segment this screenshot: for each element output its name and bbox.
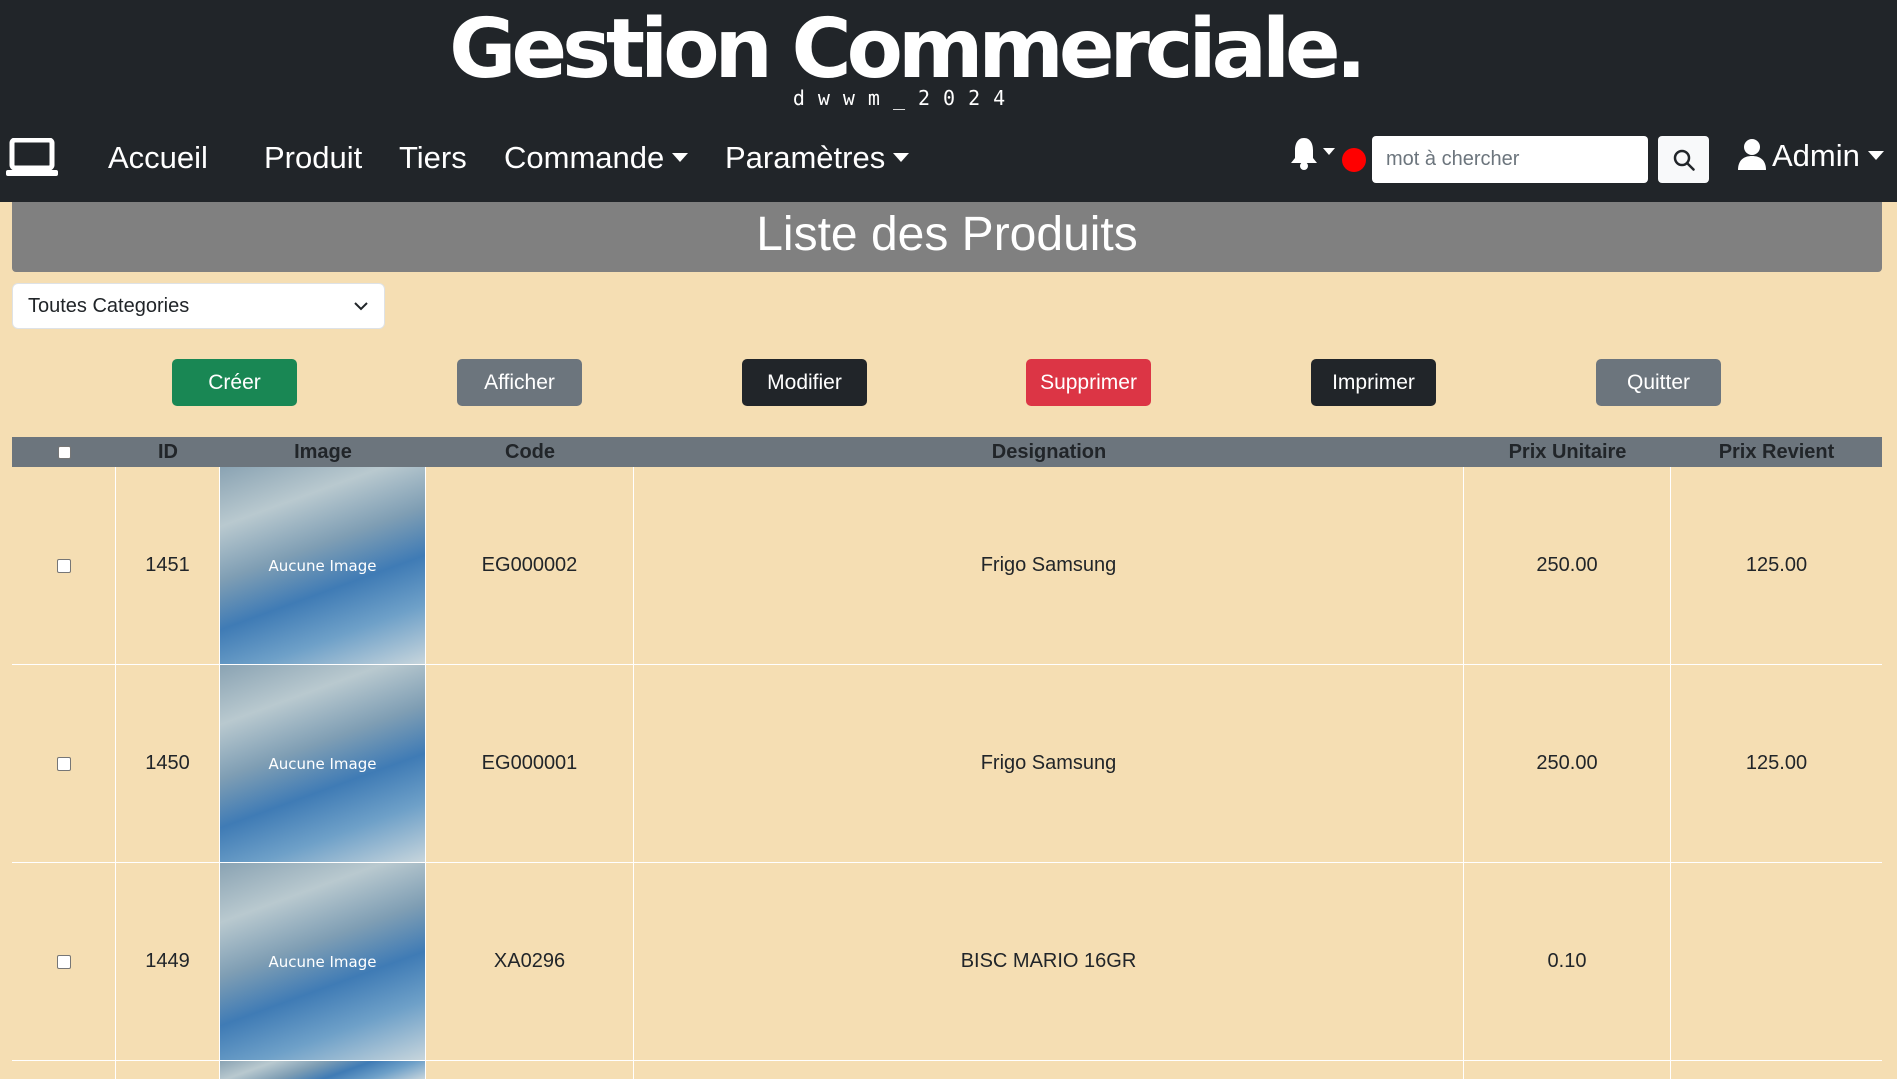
user-menu[interactable]: Admin [1738,138,1884,174]
notification-dot [1342,148,1366,172]
row-select-cell [12,665,116,862]
image-placeholder-label: Aucune Image [268,952,377,971]
image-placeholder-label: Aucune Image [268,556,377,575]
nav-tiers[interactable]: Tiers [399,140,467,176]
quit-button[interactable]: Quitter [1596,359,1721,406]
row-checkbox[interactable] [56,558,71,573]
nav-order[interactable]: Commande [504,140,689,176]
nav-product[interactable]: Produit [264,140,362,176]
cell-unit-price: 0.10 [1464,863,1671,1060]
table-row[interactable]: 1450 Aucune Image EG000001 Frigo Samsung… [12,665,1882,863]
header-designation: Designation [991,441,1107,463]
table-header: ID Image Code Designation Prix Unitaire … [12,437,1882,467]
row-checkbox[interactable] [56,954,71,969]
category-select-value: Toutes Categories [28,294,190,317]
cell-code [426,1061,634,1079]
cell-id: 1450 [116,665,220,862]
row-select-cell [12,1061,116,1079]
search-button[interactable] [1658,136,1709,183]
table-row-partial [12,1061,1882,1079]
delete-button[interactable]: Supprimer [1026,359,1151,406]
user-icon [1738,139,1766,170]
cell-cost-price: 125.00 [1745,554,1808,576]
chevron-down-icon [354,302,368,311]
chevron-down-icon [893,153,910,163]
cell-cost-price [1671,863,1882,1060]
product-image: Aucune Image [220,665,426,862]
header-image: Image [294,441,352,463]
category-select[interactable]: Toutes Categories [12,283,385,329]
cell-id [116,1061,220,1079]
product-image: Aucune Image [220,863,426,1060]
cell-designation [634,1061,1464,1079]
header-id: ID [158,441,178,463]
page-title: Liste des Produits [756,208,1138,261]
cell-unit-price [1464,1061,1671,1079]
cell-code: EG000002 [426,467,634,664]
page-header: Liste des Produits [12,202,1882,272]
cell-id: 1449 [116,863,220,1060]
chevron-down-icon [672,153,689,163]
print-button[interactable]: Imprimer [1311,359,1436,406]
edit-button[interactable]: Modifier [742,359,867,406]
cell-id: 1451 [116,467,220,664]
cell-code: EG000001 [426,665,634,862]
select-all-checkbox[interactable] [57,445,71,459]
table-row[interactable]: 1451 Aucune Image EG000002 Frigo Samsung… [12,467,1882,665]
header-code: Code [505,441,555,463]
nav-settings-label: Paramètres [725,140,886,175]
product-image: Aucune Image [220,467,426,664]
laptop-icon[interactable] [6,138,58,178]
header-cost-price: Prix Revient [1718,441,1835,463]
product-image [220,1061,426,1079]
bell-icon [1291,138,1335,170]
cell-designation: Frigo Samsung [634,467,1464,664]
chevron-down-icon [1867,151,1884,161]
user-name: Admin [1772,138,1860,173]
nav-home[interactable]: Accueil [108,140,208,176]
cell-designation: Frigo Samsung [634,665,1464,862]
nav-settings[interactable]: Paramètres [725,140,910,176]
cell-designation: BISC MARIO 16GR [634,863,1464,1060]
nav-order-label: Commande [504,140,665,175]
cell-cost-price [1671,1061,1882,1079]
search-input[interactable] [1372,136,1648,183]
row-select-cell [12,863,116,1060]
row-select-cell [12,467,116,664]
header-unit-price: Prix Unitaire [1508,441,1627,463]
cell-unit-price: 250.00 [1464,665,1671,862]
table-row[interactable]: 1449 Aucune Image XA0296 BISC MARIO 16GR… [12,863,1882,1061]
cell-code: XA0296 [426,863,634,1060]
notifications-dropdown[interactable] [1290,136,1336,170]
cell-unit-price: 250.00 [1464,467,1671,664]
select-all-cell [12,437,116,467]
navbar: Gestion Commerciale. dwwm_2024 Accueil P… [0,0,1897,202]
show-button[interactable]: Afficher [457,359,582,406]
cell-cost-price: 125.00 [1745,752,1808,774]
search-icon [1673,149,1695,171]
brand-title: Gestion Commerciale. [449,2,1367,97]
row-checkbox[interactable] [56,756,71,771]
image-placeholder-label: Aucune Image [268,754,377,773]
create-button[interactable]: Créer [172,359,297,406]
brand-subtitle: dwwm_2024 [792,86,1019,110]
